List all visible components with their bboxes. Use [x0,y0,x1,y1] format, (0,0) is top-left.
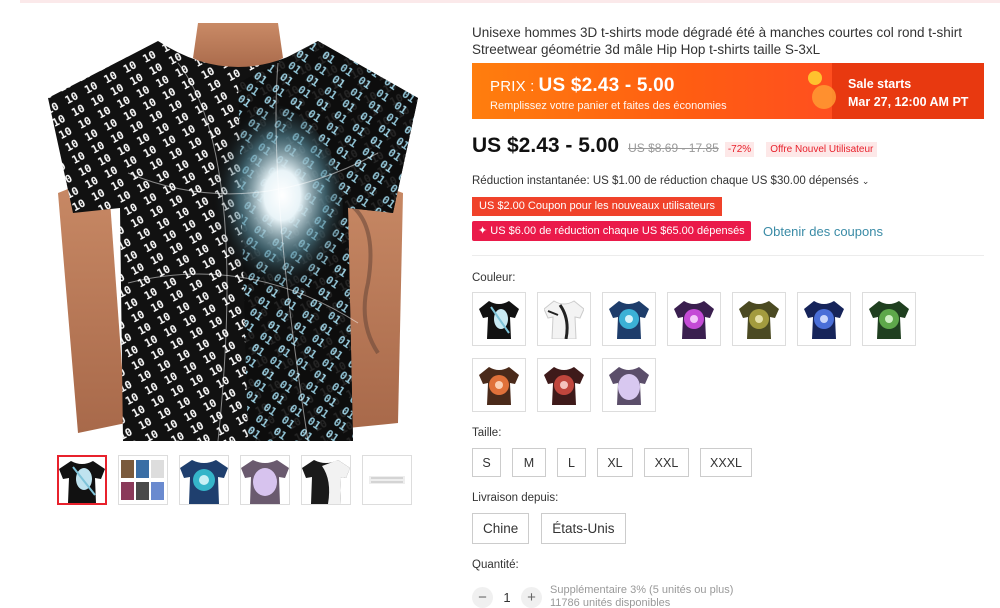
size-option-s[interactable]: S [472,448,501,477]
color-swatch-5[interactable] [732,292,786,346]
sale-starts-label: Sale starts [848,77,912,91]
instant-reduction-text: Réduction instantanée: US $1.00 de réduc… [472,175,859,187]
price-row: US $2.43 - 5.00 US $8.69 - 17.85 -72% Of… [472,134,878,158]
tshirt-swatch-icon [479,367,519,405]
main-product-image[interactable]: 10 01 [48,23,418,441]
tshirt-lavender-thumb-icon [241,460,289,504]
chevron-down-icon[interactable]: ⌄ [862,176,870,186]
size-option-m[interactable]: M [512,448,546,477]
tshirt-grid-thumb-icon [121,460,164,500]
promo-decor-circle [808,71,822,85]
promo-price: PRIX : US $2.43 - 5.00 [490,75,832,97]
tshirt-swatch-icon [674,301,714,339]
sale-countdown: Sale starts Mar 27, 12:00 AM PT [832,63,984,119]
discount-badge: -72% [724,142,755,157]
original-price: US $8.69 - 17.85 [628,141,719,155]
tshirt-white-thumb-icon [302,460,350,504]
stock-text: 11786 unités disponibles [550,597,671,608]
thumbnail-4[interactable] [240,455,290,505]
new-user-badge: Offre Nouvel Utilisateur [766,142,878,157]
thumbnail-5[interactable] [301,455,351,505]
color-swatch-8[interactable] [472,358,526,412]
tshirt-swatch-icon [739,301,779,339]
color-swatch-6[interactable] [797,292,851,346]
product-title: Unisexe hommes 3D t-shirts mode dégradé … [472,25,962,57]
promo-price-label: PRIX : [490,78,535,95]
quantity-label: Quantité: [472,559,519,571]
quantity-info: Supplémentaire 3% (5 unités ou plus) 117… [550,584,733,608]
color-swatch-3[interactable] [602,292,656,346]
size-options: S M L XL XXL XXXL [472,448,752,477]
quantity-increase-button[interactable]: + [521,586,542,608]
shipping-options: Chine États-Unis [472,513,626,544]
top-border-strip [20,0,1000,3]
tshirt-illustration: 10 01 [48,23,418,441]
color-swatch-7[interactable] [862,292,916,346]
color-swatches [472,292,932,412]
divider [472,255,984,256]
promo-subtitle: Remplissez votre panier et faites des éc… [490,100,727,112]
get-coupons-link[interactable]: Obtenir des coupons [763,224,883,239]
quantity-value[interactable]: 1 [493,590,521,605]
ship-from-china[interactable]: Chine [472,513,530,544]
ship-from-us[interactable]: États-Unis [541,513,626,544]
color-swatch-10[interactable] [602,358,656,412]
size-option-xl[interactable]: XL [597,448,633,477]
color-label: Couleur: [472,272,516,284]
quantity-decrease-button[interactable]: − [472,586,493,608]
tshirt-swatch-icon [544,300,584,339]
color-swatch-9[interactable] [537,358,591,412]
promo-price-section: PRIX : US $2.43 - 5.00 Remplissez votre p… [472,63,836,119]
quantity-stepper: − 1 + Supplémentaire 3% (5 unités ou plu… [472,584,733,608]
current-price: US $2.43 - 5.00 [472,134,620,157]
sale-date: Mar 27, 12:00 AM PT [848,95,969,109]
tshirt-swatch-icon [804,301,844,339]
promo-price-value: US $2.43 - 5.00 [538,75,675,96]
color-swatch-2[interactable] [537,292,591,346]
color-swatch-4[interactable] [667,292,721,346]
instant-reduction[interactable]: Réduction instantanée: US $1.00 de réduc… [472,175,869,187]
tshirt-swatch-icon [609,367,649,405]
size-option-xxxl[interactable]: XXXL [700,448,752,477]
promo-banner: PRIX : US $2.43 - 5.00 Remplissez votre p… [472,63,984,119]
tshirt-swatch-icon [544,367,584,405]
size-chart-thumb-icon [369,476,405,484]
color-swatch-1[interactable] [472,292,526,346]
thumbnail-1[interactable] [57,455,107,505]
store-coupon[interactable]: ✦ US $6.00 de réduction chaque US $65.00… [472,221,751,241]
thumbnail-strip [57,455,412,505]
size-label: Taille: [472,427,502,439]
tshirt-swatch-icon [869,301,909,339]
tshirt-blue-thumb-icon [180,460,228,504]
size-option-xxl[interactable]: XXL [644,448,689,477]
product-info-panel: Unisexe hommes 3D t-shirts mode dégradé … [472,24,992,608]
thumbnail-2[interactable] [118,455,168,505]
bulk-discount-text: Supplémentaire 3% (5 unités ou plus) [550,584,734,596]
promo-decor-circle [812,85,836,109]
new-user-coupon[interactable]: US $2.00 Coupon pour les nouveaux utilis… [472,197,723,216]
shipping-label: Livraison depuis: [472,492,559,504]
tshirt-swatch-icon [609,301,649,339]
tshirt-swatch-icon [479,301,519,339]
thumbnail-6[interactable] [362,455,412,505]
size-option-l[interactable]: L [557,448,586,477]
tshirt-thumb-icon [59,461,105,503]
thumbnail-3[interactable] [179,455,229,505]
